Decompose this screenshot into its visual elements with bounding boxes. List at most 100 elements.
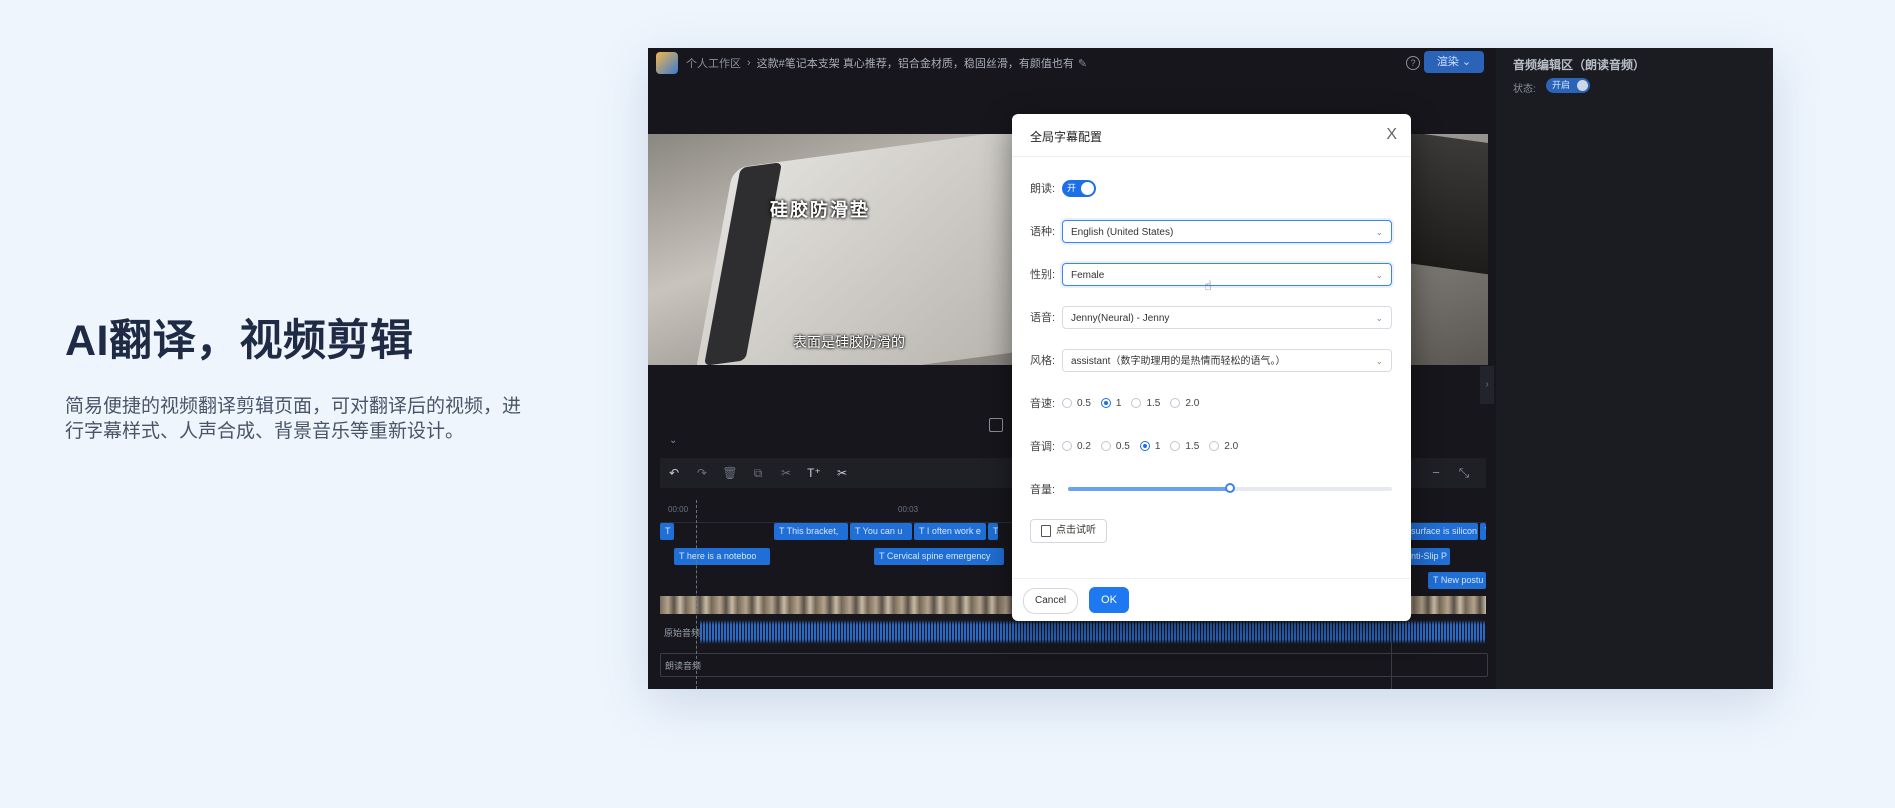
- text-add-icon[interactable]: T⁺: [800, 461, 828, 485]
- hero-title: AI翻译，视频剪辑: [65, 317, 414, 365]
- subtitle-clip[interactable]: T You can u: [850, 523, 912, 540]
- project-title: 这款#笔记本支架 真心推荐，铝合金材质，稳固丝滑，有颜值也有: [756, 58, 1074, 70]
- hero-desc-line2: 行字幕样式、人声合成、背景音乐等重新设计。: [65, 421, 465, 442]
- cut-icon[interactable]: ✂: [772, 461, 800, 485]
- radio-label: 1: [1154, 440, 1161, 452]
- pitch-option[interactable]: 0.2: [1062, 441, 1091, 452]
- pitch-radio-group: 0.2 0.5 1 1.5 2.0: [1062, 441, 1248, 452]
- audio-edit-panel: 音频编辑区（朗读音频） 状态: 开启: [1496, 48, 1773, 689]
- volume-slider[interactable]: [1068, 483, 1392, 493]
- radio-icon: [1131, 398, 1142, 408]
- subtitle-clip[interactable]: T I often work e: [914, 523, 986, 540]
- radio-icon: [1170, 398, 1181, 408]
- chevron-down-icon: ⌄: [1375, 355, 1383, 366]
- panel-collapse-icon[interactable]: ›: [1480, 366, 1494, 404]
- speed-radio-group: 0.5 1 1.5 2.0: [1062, 398, 1209, 409]
- audio-status-toggle[interactable]: 开启: [1546, 78, 1590, 93]
- pitch-label: 音调:: [1030, 441, 1056, 453]
- close-icon[interactable]: X: [1386, 126, 1397, 144]
- speed-option[interactable]: 0.5: [1062, 398, 1091, 409]
- speed-row: 音速: 0.5 1 1.5 2.0: [1030, 391, 1392, 415]
- subtitle-clip[interactable]: T This bracket,: [774, 523, 848, 540]
- app-logo[interactable]: [656, 52, 678, 74]
- dialog-header: 全局字幕配置 X: [1012, 114, 1411, 157]
- voice-row: 语音: Jenny(Neural) - Jenny ⌄: [1030, 305, 1392, 329]
- volume-slider-fill: [1068, 487, 1230, 491]
- pitch-option[interactable]: 1: [1139, 440, 1161, 452]
- zoom-out-icon[interactable]: −: [1424, 461, 1448, 485]
- language-label: 语种:: [1030, 226, 1056, 238]
- dialog-footer: Cancel OK: [1012, 578, 1411, 621]
- radio-icon: [1139, 441, 1150, 451]
- speed-label: 音速:: [1030, 398, 1056, 410]
- undo-icon[interactable]: ↶: [660, 461, 688, 485]
- listen-button[interactable]: 点击试听: [1030, 519, 1107, 543]
- fit-icon[interactable]: ⤡: [1452, 461, 1476, 485]
- tick-label: 00:00: [668, 505, 689, 514]
- speed-option[interactable]: 2.0: [1170, 398, 1199, 409]
- radio-label: 2.0: [1185, 397, 1200, 409]
- document-icon: [1041, 525, 1051, 537]
- read-audio-track[interactable]: 朗读音频: [660, 653, 1488, 677]
- style-select[interactable]: assistant（数字助理用的是热情而轻松的语气。） ⌄: [1062, 348, 1392, 372]
- redo-icon[interactable]: ↷: [688, 461, 716, 485]
- voice-select[interactable]: Jenny(Neural) - Jenny ⌄: [1062, 305, 1392, 329]
- subtitle-config-dialog: 全局字幕配置 X 朗读: 开 语种: English (United State…: [1012, 114, 1411, 621]
- ok-button[interactable]: OK: [1089, 587, 1129, 613]
- subtitle-clip[interactable]: T Cervical spine emergency: [874, 548, 1004, 565]
- tick-label: 00:03: [898, 505, 919, 514]
- video-subtitle: 表面是硅胶防滑的: [793, 334, 905, 350]
- subtitle-clip[interactable]: surface is silicon: [1406, 523, 1478, 540]
- volume-slider-thumb[interactable]: [1225, 483, 1235, 493]
- language-value: English (United States): [1071, 226, 1174, 238]
- subtitle-clip[interactable]: T here is a noteboo: [674, 548, 770, 565]
- audio-panel-title: 音频编辑区（朗读音频）: [1513, 58, 1646, 72]
- original-audio-track[interactable]: 原始音频: [660, 618, 1486, 646]
- breadcrumb-separator-icon: ›: [747, 57, 751, 69]
- language-select[interactable]: English (United States) ⌄: [1062, 219, 1392, 243]
- subtitle-clip[interactable]: T: [660, 523, 674, 540]
- read-row: 朗读: 开: [1030, 176, 1392, 200]
- style-value: assistant（数字助理用的是热情而轻松的语气。）: [1071, 355, 1286, 367]
- delete-icon[interactable]: 🗑: [716, 461, 744, 485]
- fullscreen-icon[interactable]: [989, 418, 1003, 432]
- audio-waveform: [700, 620, 1486, 644]
- radio-icon: [1062, 398, 1072, 408]
- subtitle-clip[interactable]: T: [1480, 523, 1486, 540]
- render-button[interactable]: 渲染 ⌄: [1424, 51, 1484, 73]
- radio-label: 2.0: [1224, 440, 1239, 452]
- video-overlay-text: 硅胶防滑垫: [770, 200, 870, 220]
- chevron-down-icon: ⌄: [1375, 269, 1383, 280]
- help-icon[interactable]: ?: [1406, 56, 1420, 70]
- read-toggle[interactable]: 开: [1062, 179, 1096, 197]
- breadcrumb-workspace[interactable]: 个人工作区: [686, 55, 741, 71]
- read-label: 朗读:: [1030, 183, 1056, 195]
- volume-row: 音量:: [1030, 477, 1392, 501]
- playhead[interactable]: [696, 500, 698, 689]
- chevron-down-icon: ⌄: [1375, 226, 1383, 237]
- speed-option[interactable]: 1: [1100, 398, 1121, 409]
- chevron-down-icon[interactable]: ⌄: [669, 435, 677, 446]
- language-row: 语种: English (United States) ⌄: [1030, 219, 1392, 243]
- subtitle-clip[interactable]: nti-Slip P: [1406, 548, 1450, 565]
- speed-option[interactable]: 1.5: [1131, 398, 1160, 409]
- scissors-icon[interactable]: ✂: [828, 461, 856, 485]
- cancel-button[interactable]: Cancel: [1023, 588, 1079, 614]
- split-icon[interactable]: ⧉: [744, 461, 772, 485]
- radio-label: 0.5: [1077, 397, 1091, 409]
- radio-icon: [1100, 398, 1111, 408]
- radio-icon: [1100, 441, 1111, 451]
- chevron-down-icon: ⌄: [1375, 312, 1383, 323]
- radio-icon: [1209, 441, 1220, 451]
- top-bar: 个人工作区 › 这款#笔记本支架 真心推荐，铝合金材质，稳固丝滑，有颜值也有 ✎…: [648, 48, 1496, 78]
- edit-icon[interactable]: ✎: [1078, 57, 1087, 70]
- subtitle-clip[interactable]: T: [988, 523, 998, 540]
- subtitle-clip[interactable]: T New postu: [1428, 572, 1486, 589]
- radio-label: 1.5: [1146, 397, 1161, 409]
- radio-label: 0.2: [1077, 440, 1091, 452]
- pitch-option[interactable]: 0.5: [1100, 441, 1130, 452]
- pitch-option[interactable]: 2.0: [1209, 441, 1238, 452]
- pitch-option[interactable]: 1.5: [1170, 441, 1199, 452]
- hero-desc-line1: 简易便捷的视频翻译剪辑页面，可对翻译后的视频，进: [65, 396, 522, 417]
- gender-select[interactable]: Female ⌄: [1062, 262, 1392, 286]
